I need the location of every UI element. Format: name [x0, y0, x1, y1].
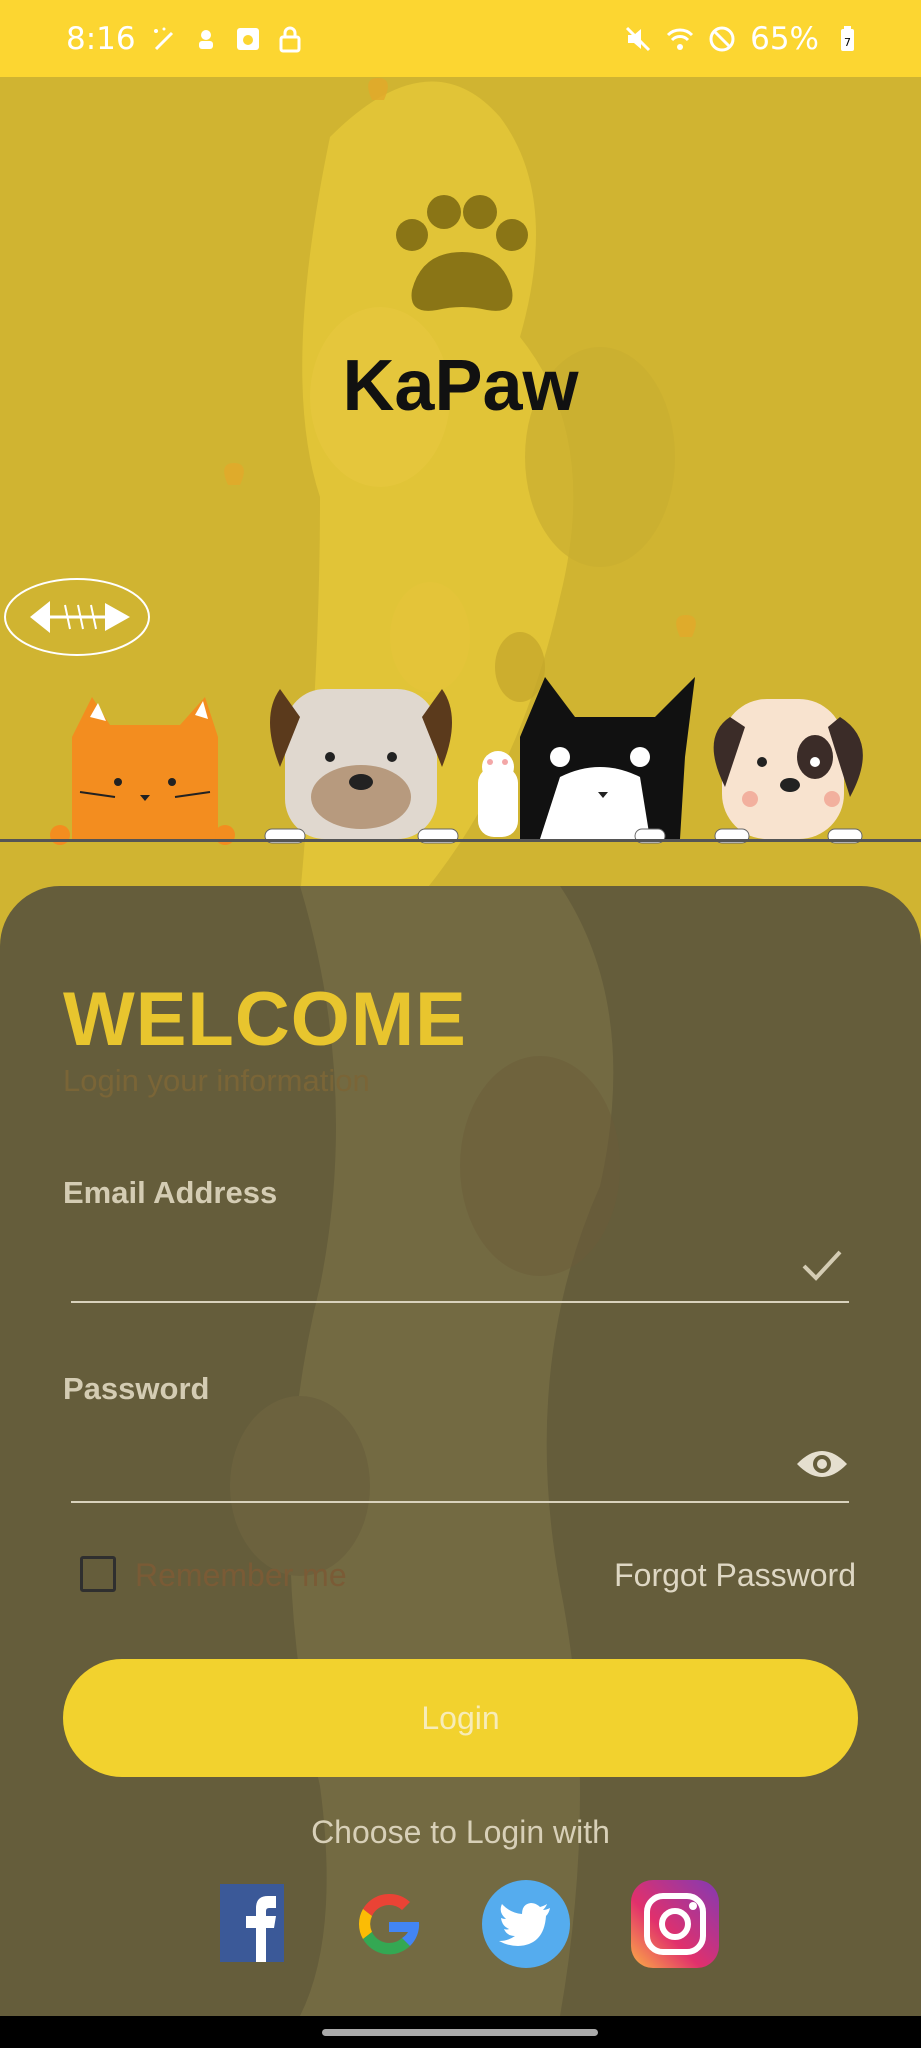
orange-cat-image [50, 697, 235, 845]
welcome-heading: WELCOME [63, 977, 467, 1062]
email-field[interactable] [71, 1236, 775, 1288]
google-icon[interactable] [343, 1878, 435, 1970]
eye-icon[interactable] [795, 1444, 849, 1484]
email-underline [71, 1301, 849, 1303]
status-time: 8:16 [66, 20, 136, 57]
svg-text:7: 7 [844, 36, 851, 49]
status-left: 8:16 [66, 21, 304, 57]
magic-wand-icon [153, 27, 173, 50]
battery-icon: 7 [841, 25, 854, 51]
flower-icon [198, 29, 213, 49]
password-field[interactable] [71, 1434, 775, 1486]
facebook-icon[interactable] [206, 1878, 298, 1970]
status-right: 65% 7 [624, 21, 861, 57]
twitter-icon[interactable] [480, 1878, 572, 1970]
check-icon [802, 1250, 842, 1281]
pets-illustration [50, 677, 863, 845]
shelf-line [0, 839, 921, 842]
system-nav-bar [0, 2016, 921, 2048]
home-gesture-handle[interactable] [322, 2029, 598, 2036]
password-underline [71, 1501, 849, 1503]
login-subtitle: Login your information [63, 1063, 370, 1098]
instagram-icon[interactable] [629, 1878, 721, 1970]
hero-banner: KaPaw [0, 77, 921, 897]
lock-icon [279, 26, 301, 52]
login-panel: WELCOME Login your information Email Add… [0, 886, 921, 2016]
remember-me-label[interactable]: Remember me [135, 1557, 347, 1594]
mute-icon [626, 26, 651, 51]
battery-percent: 65% [750, 20, 819, 57]
beagle-dog-image [713, 699, 863, 844]
forgot-password-link[interactable]: Forgot Password [614, 1557, 856, 1594]
tuxedo-cat-image [478, 677, 695, 844]
choose-login-label: Choose to Login with [311, 1814, 610, 1850]
do-not-disturb-icon [709, 26, 735, 51]
camera-box-icon [236, 27, 259, 50]
login-button[interactable]: Login [63, 1659, 858, 1777]
wifi-icon [667, 28, 694, 50]
password-label: Password [63, 1371, 210, 1406]
status-bar: 8:16 65% 7 [0, 0, 921, 77]
remember-me-checkbox[interactable] [80, 1556, 116, 1592]
pug-dog-image [264, 689, 459, 844]
email-label: Email Address [63, 1175, 278, 1210]
